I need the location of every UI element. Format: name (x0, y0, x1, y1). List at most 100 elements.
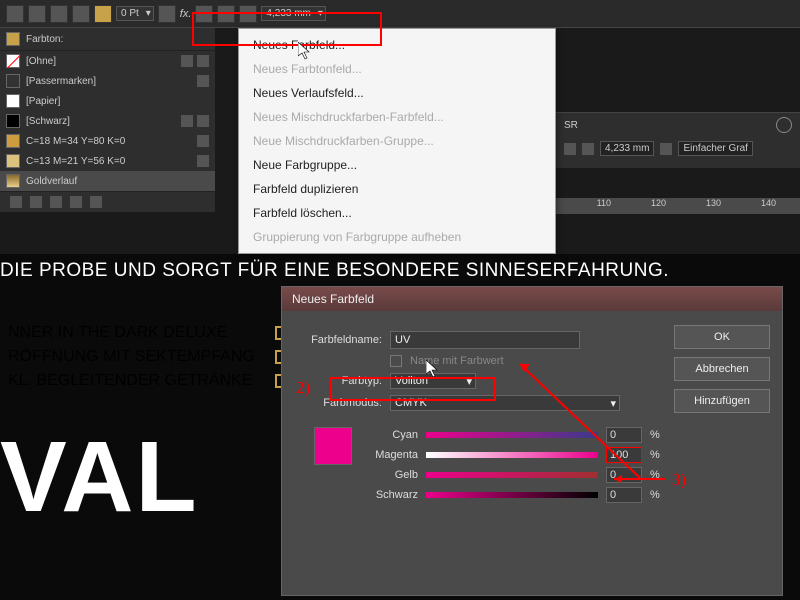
new-swatch-dialog: Neues Farbfeld Farbfeldname: Name mit Fa… (281, 286, 783, 596)
cancel-button[interactable]: Abbrechen (674, 357, 770, 381)
footer-icon[interactable] (10, 196, 22, 208)
tool-icon[interactable] (72, 5, 90, 23)
new-folder-icon[interactable] (50, 196, 62, 208)
headline-text: DIE PROBE UND SORGT FÜR EINE BESONDERE S… (0, 260, 800, 282)
tool-icon[interactable] (28, 5, 46, 23)
type-icon[interactable] (197, 75, 209, 87)
ruler-tick: 120 (611, 198, 666, 214)
swatch-row-cmyk1[interactable]: C=18 M=34 Y=80 K=0 (0, 131, 215, 151)
magenta-value[interactable]: 100 (606, 447, 642, 463)
black-label: Schwarz (362, 489, 418, 501)
cyan-value[interactable]: 0 (606, 427, 642, 443)
swatch-icon (6, 134, 20, 148)
swatch-name: [Schwarz] (26, 116, 70, 127)
swatches-context-menu: Neues Farbfeld... Neues Farbtonfeld... N… (238, 28, 556, 254)
swatch-row-registration[interactable]: [Passermarken] (0, 71, 215, 91)
yellow-slider[interactable] (426, 472, 598, 478)
horizontal-ruler: 110 120 130 140 (556, 198, 800, 214)
tool-icon[interactable] (564, 143, 576, 155)
size-field[interactable]: 4,233 mm (261, 6, 325, 21)
paper-swatch-icon (6, 94, 20, 108)
swatch-row-cmyk2[interactable]: C=13 M=21 Y=56 K=0 (0, 151, 215, 171)
registration-icon (6, 74, 20, 88)
menu-new-tint: Neues Farbtonfeld... (239, 57, 555, 81)
new-swatch-icon[interactable] (70, 196, 82, 208)
swatches-header: Farbton: (0, 28, 215, 51)
menu-new-swatch[interactable]: Neues Farbfeld... (239, 33, 555, 57)
name-with-value-label: Name mit Farbwert (410, 355, 504, 367)
gold-swatch-icon[interactable] (94, 5, 112, 23)
menu-new-gradient[interactable]: Neues Verlaufsfeld... (239, 81, 555, 105)
list-item: KL. BEGLEITENDER GETRÄNKE (8, 372, 253, 390)
swatch-name: C=18 M=34 Y=80 K=0 (26, 136, 125, 147)
add-button[interactable]: Hinzufügen (674, 389, 770, 413)
edit-icon[interactable] (181, 115, 193, 127)
menu-delete[interactable]: Farbfeld löschen... (239, 201, 555, 225)
swatch-row-black[interactable]: [Schwarz] (0, 111, 215, 131)
ok-button[interactable]: OK (674, 325, 770, 349)
ruler-tick: 110 (556, 198, 611, 214)
list-item: NNER IN THE DARK DELUXE (8, 324, 227, 342)
menu-new-group[interactable]: Neue Farbgruppe... (239, 153, 555, 177)
tool-icon[interactable] (50, 5, 68, 23)
swatches-panel: Farbton: [Ohne] [Passermarken] [Papier] … (0, 28, 215, 212)
name-label: Farbfeldname: (294, 334, 382, 346)
colormode-select[interactable]: CMYK (390, 395, 620, 411)
swatch-name: Goldverlauf (26, 176, 77, 187)
cursor-icon (298, 42, 312, 60)
ruler-tick: 140 (721, 198, 776, 214)
swatch-name: [Papier] (26, 96, 60, 107)
type-icon[interactable] (197, 135, 209, 147)
yellow-label: Gelb (362, 469, 418, 481)
dialog-title: Neues Farbfeld (282, 287, 782, 311)
none-swatch-icon (6, 54, 20, 68)
black-slider[interactable] (426, 492, 598, 498)
tool-icon[interactable] (239, 5, 257, 23)
cyan-slider[interactable] (426, 432, 598, 438)
footer-icon[interactable] (30, 196, 42, 208)
black-value[interactable]: 0 (606, 487, 642, 503)
swatch-icon (6, 154, 20, 168)
swatch-row-paper[interactable]: [Papier] (0, 91, 215, 111)
annotation-2: 2) (296, 378, 310, 398)
tool-icon[interactable] (217, 5, 235, 23)
tool-icon[interactable] (158, 5, 176, 23)
right-toolbar: SR 4,233 mm Einfacher Graf (556, 112, 800, 168)
menu-ungroup: Gruppierung von Farbgruppe aufheben (239, 225, 555, 249)
top-toolbar: 0 Pt fx. 4,233 mm (0, 0, 800, 28)
swatch-row-none[interactable]: [Ohne] (0, 51, 215, 71)
preset-field[interactable]: Einfacher Graf (678, 141, 752, 156)
annotation-3: 3) (672, 470, 686, 490)
trash-icon[interactable] (90, 196, 102, 208)
edit-icon[interactable] (181, 55, 193, 67)
type-icon[interactable] (197, 55, 209, 67)
fill-swatch-icon[interactable] (6, 32, 20, 46)
cyan-label: Cyan (362, 429, 418, 441)
size-field-2[interactable]: 4,233 mm (600, 141, 654, 156)
tool-icon[interactable] (6, 5, 24, 23)
stroke-weight-field[interactable]: 0 Pt (116, 6, 154, 21)
swatch-name-input[interactable] (390, 331, 580, 349)
search-icon[interactable] (776, 117, 792, 133)
type-icon[interactable] (197, 115, 209, 127)
swatch-row-gold[interactable]: Goldverlauf (0, 171, 215, 191)
fx-icon[interactable] (195, 5, 213, 23)
cursor-icon (426, 360, 440, 378)
menu-duplicate[interactable]: Farbfeld duplizieren (239, 177, 555, 201)
type-icon[interactable] (197, 155, 209, 167)
tool-icon[interactable] (582, 143, 594, 155)
swatch-name: [Ohne] (26, 56, 56, 67)
magenta-slider[interactable] (426, 452, 598, 458)
tint-label: Farbton: (26, 34, 63, 45)
swatch-name: [Passermarken] (26, 76, 96, 87)
list-item: RÖFFNUNG MIT SEKTEMPFANG (8, 348, 255, 366)
tool-icon[interactable] (660, 143, 672, 155)
name-with-value-checkbox[interactable] (390, 355, 402, 367)
colormode-label: Farbmodus: (294, 397, 382, 409)
swatches-footer (0, 191, 215, 212)
yellow-value[interactable]: 0 (606, 467, 642, 483)
swatch-name: C=13 M=21 Y=56 K=0 (26, 156, 125, 167)
black-swatch-icon (6, 114, 20, 128)
magenta-label: Magenta (362, 449, 418, 461)
gradient-swatch-icon (6, 174, 20, 188)
